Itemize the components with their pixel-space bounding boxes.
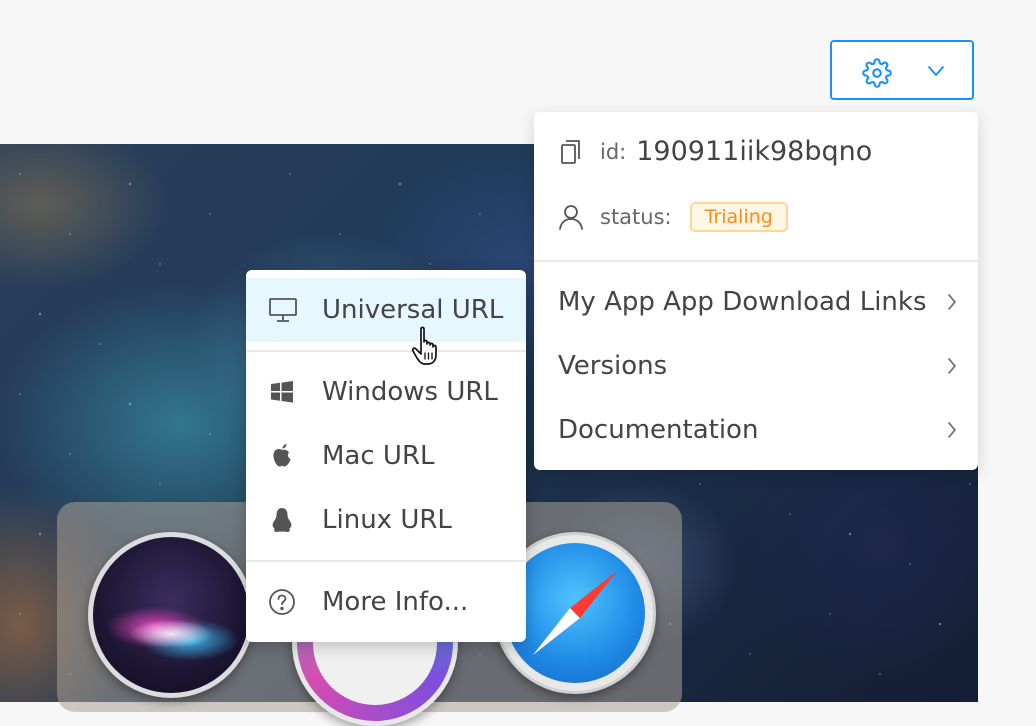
more-info-label: More Info...	[322, 587, 469, 617]
windows-icon	[271, 381, 293, 403]
download-links-submenu: Universal URL Windows URL Mac URL Linux …	[246, 270, 526, 642]
apple-icon	[273, 444, 291, 467]
status-badge: Trialing	[689, 202, 788, 232]
copy-icon[interactable]	[558, 138, 584, 166]
menu-item-label: My App App Download Links	[558, 287, 927, 317]
chevron-right-icon	[948, 358, 956, 374]
hand-cursor-icon	[411, 326, 437, 365]
menu-item-versions[interactable]: Versions	[534, 334, 978, 398]
id-value: 190911iik98bqno	[636, 136, 873, 167]
submenu-divider	[246, 560, 526, 562]
menu-item-download-links[interactable]: My App App Download Links	[534, 270, 978, 334]
menu-item-label: Documentation	[558, 415, 759, 445]
chevron-right-icon	[948, 422, 956, 438]
menu-item-documentation[interactable]: Documentation	[534, 398, 978, 462]
more-info-item[interactable]: More Info...	[246, 570, 526, 634]
status-label: status:	[600, 205, 672, 229]
mac-url-label: Mac URL	[322, 441, 435, 471]
monitor-icon	[269, 298, 297, 322]
menu-item-label: Versions	[558, 351, 668, 381]
chevron-right-icon	[948, 294, 956, 310]
account-status-row: status: Trialing	[558, 202, 788, 232]
settings-dropdown-button[interactable]	[830, 40, 974, 100]
menu-divider	[534, 260, 978, 262]
linux-penguin-icon	[272, 508, 292, 532]
siri-app-icon[interactable]	[88, 532, 254, 698]
user-icon	[559, 205, 583, 230]
linux-url-label: Linux URL	[322, 505, 452, 535]
account-dropdown-menu: id: 190911iik98bqno status: Trialing My …	[534, 112, 978, 470]
windows-url-label: Windows URL	[322, 377, 498, 407]
universal-url-item[interactable]: Universal URL	[246, 278, 526, 342]
universal-url-label: Universal URL	[322, 295, 504, 325]
windows-url-item[interactable]: Windows URL	[246, 360, 526, 424]
account-id-row: id: 190911iik98bqno	[558, 136, 872, 167]
question-circle-icon	[269, 589, 295, 615]
id-label: id:	[600, 139, 627, 164]
mac-url-item[interactable]: Mac URL	[246, 424, 526, 488]
chevron-down-icon	[928, 66, 944, 76]
gear-icon	[862, 58, 892, 88]
submenu-divider	[246, 350, 526, 352]
linux-url-item[interactable]: Linux URL	[246, 488, 526, 552]
